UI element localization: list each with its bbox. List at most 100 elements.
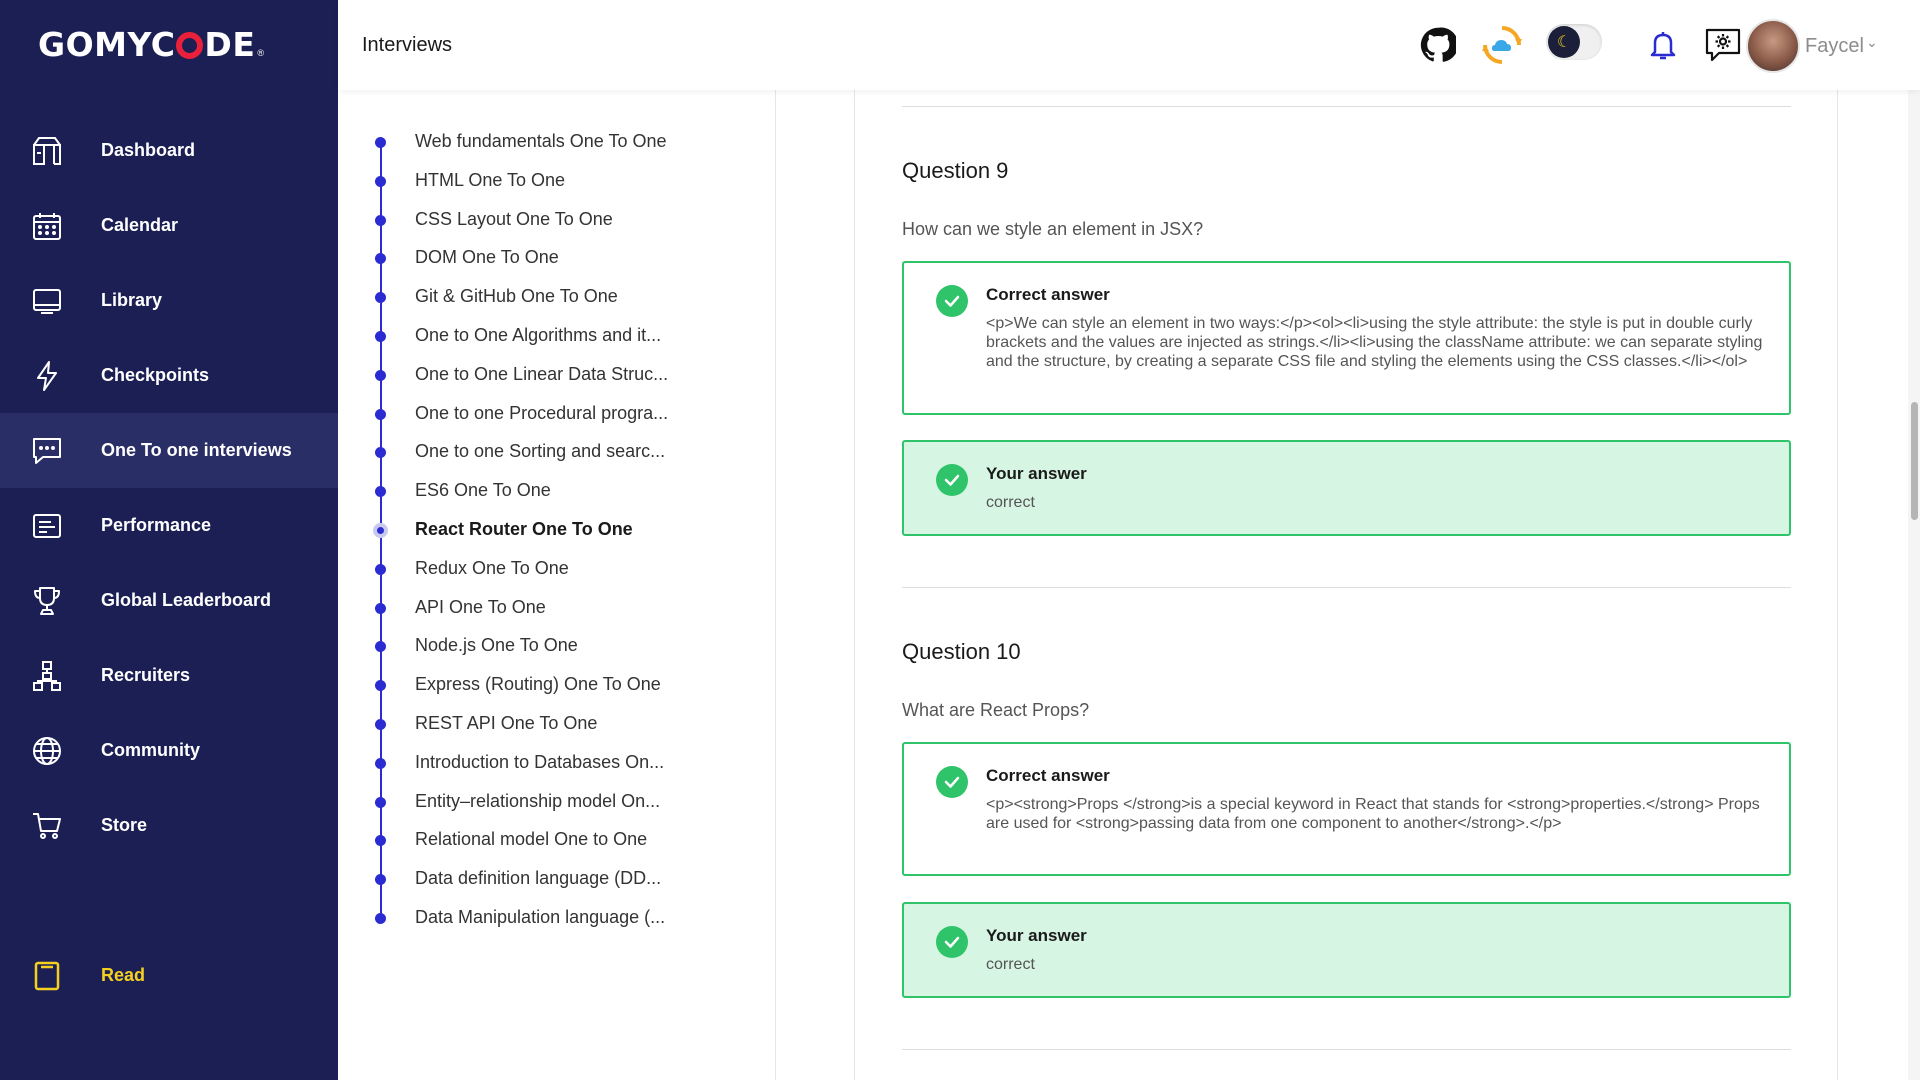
read-toggle[interactable]: Read: [0, 938, 338, 1013]
sidebar-item-label: Store: [101, 815, 148, 835]
timeline-dot: [375, 175, 386, 187]
cart-icon: [31, 810, 63, 842]
timeline-item[interactable]: One to one Sorting and searc...: [338, 437, 768, 467]
settings-chat-icon[interactable]: [1702, 24, 1744, 66]
timeline-dot: [375, 253, 386, 265]
timeline-item[interactable]: ES6 One To One: [338, 476, 768, 506]
timeline-item-label: Web fundamentals One To One: [415, 131, 667, 151]
gomycode-logo[interactable]: GOMYC DE ®: [38, 24, 264, 64]
timeline-item[interactable]: Git & GitHub One To One: [338, 282, 768, 312]
sidebar-item-label: Recruiters: [101, 665, 191, 685]
timeline-item[interactable]: Data Manipulation language (...: [338, 903, 768, 933]
timeline-dot: [375, 874, 386, 886]
timeline-dot: [375, 796, 386, 808]
sidebar-item-label: Community: [101, 740, 200, 760]
chevron-down-icon[interactable]: ⌄: [1866, 34, 1878, 51]
question-text: What are React Props?: [902, 700, 1090, 720]
timeline-item[interactable]: One to one Procedural progra...: [338, 399, 768, 429]
sidebar-item-store[interactable]: Store: [0, 788, 338, 863]
sidebar-item-label: Dashboard: [101, 140, 196, 160]
timeline-item[interactable]: Data definition language (DD...: [338, 864, 768, 894]
timeline-item[interactable]: Web fundamentals One To One: [338, 127, 768, 157]
sidebar-item-calendar[interactable]: Calendar: [0, 188, 338, 263]
question-text: How can we style an element in JSX?: [902, 219, 1204, 239]
timeline-item[interactable]: Entity–relationship model On...: [338, 787, 768, 817]
timeline-item[interactable]: REST API One To One: [338, 709, 768, 739]
timeline-item-label: HTML One To One: [415, 169, 566, 190]
correct-answer-label: Correct answer: [986, 766, 1110, 785]
correct-answer-box: Correct answer <p>We can style an elemen…: [902, 261, 1791, 415]
username[interactable]: Faycel: [1805, 35, 1864, 58]
timeline-dot: [375, 408, 386, 420]
interview-timeline: Web fundamentals One To One HTML One To O…: [338, 90, 776, 1080]
your-answer-label: Your answer: [986, 926, 1087, 945]
timeline-item[interactable]: Introduction to Databases On...: [338, 748, 768, 778]
top-header: Interviews ☾ Faycel ⌄: [338, 0, 1920, 90]
sidebar-item-recruiters[interactable]: Recruiters: [0, 638, 338, 713]
timeline-item[interactable]: React Router One To One: [338, 515, 768, 545]
timeline-dot: [375, 913, 386, 924]
timeline-item-label: One to One Linear Data Struc...: [415, 363, 669, 384]
timeline-item-label: One to one Procedural progra...: [415, 402, 669, 423]
lightning-icon: [31, 360, 63, 392]
github-icon[interactable]: [1417, 24, 1459, 66]
timeline-dot: [375, 369, 386, 381]
correct-answer-text: <p><strong>Props </strong>is a special k…: [986, 796, 1760, 832]
timeline-item[interactable]: Relational model One to One: [338, 825, 768, 855]
sidebar-item-checkpoints[interactable]: Checkpoints: [0, 338, 338, 413]
sidebar-item-library[interactable]: Library: [0, 263, 338, 338]
sidebar: GOMYC DE ® Dashboard Calendar Library Chec…: [0, 0, 338, 1080]
bell-icon[interactable]: [1642, 24, 1684, 66]
timeline-dot: [375, 719, 386, 730]
timeline-item[interactable]: CSS Layout One To One: [338, 205, 768, 235]
avatar[interactable]: [1746, 19, 1800, 73]
sidebar-item-performance[interactable]: Performance: [0, 488, 338, 563]
timeline-item-label: Express (Routing) One To One: [415, 674, 661, 695]
timeline-item[interactable]: HTML One To One: [338, 166, 768, 196]
timeline-item[interactable]: One to One Linear Data Struc...: [338, 360, 768, 390]
dark-mode-toggle[interactable]: ☾: [1546, 24, 1602, 60]
timeline-item[interactable]: Express (Routing) One To One: [338, 670, 768, 700]
timeline-item[interactable]: API One To One: [338, 593, 768, 623]
correct-answer-text: <p>We can style an element in two ways:<…: [986, 315, 1763, 370]
your-answer-text: correct: [986, 494, 1035, 511]
page-title: Interviews: [362, 34, 453, 56]
sidebar-item-one-to-one-interviews[interactable]: One To one interviews: [0, 413, 338, 488]
check-icon: [936, 285, 968, 317]
sidebar-item-label: Performance: [101, 515, 212, 535]
sidebar-item-dashboard[interactable]: Dashboard: [0, 113, 338, 188]
check-icon: [936, 766, 968, 798]
timeline-item[interactable]: Node.js One To One: [338, 631, 768, 661]
timeline-item-label: One to One Algorithms and it...: [415, 325, 662, 345]
page-scrollbar[interactable]: [1908, 90, 1920, 1080]
org-chart-icon: [31, 660, 63, 692]
your-answer-text: correct: [986, 956, 1035, 973]
check-icon: [936, 464, 968, 496]
sidebar-item-community[interactable]: Community: [0, 713, 338, 788]
dashboard-icon: [31, 135, 63, 167]
timeline-item[interactable]: DOM One To One: [338, 243, 768, 273]
timeline-dot: [375, 641, 386, 653]
timeline-dot: [375, 835, 386, 847]
timeline-item-label: CSS Layout One To One: [415, 208, 613, 229]
scrollbar-thumb[interactable]: [1911, 402, 1918, 520]
correct-answer-box: Correct answer <p><strong>Props </strong…: [902, 742, 1791, 876]
timeline-item[interactable]: One to One Algorithms and it...: [338, 321, 768, 351]
performance-icon: [31, 510, 63, 542]
cloud-sync-icon[interactable]: [1481, 24, 1523, 66]
sidebar-item-label: Global Leaderboard: [101, 590, 272, 610]
divider: [902, 587, 1791, 588]
timeline-dot: [375, 214, 386, 226]
timeline-item[interactable]: Redux One To One: [338, 554, 768, 584]
sidebar-item-label: Calendar: [101, 215, 179, 235]
sidebar-item-global-leaderboard[interactable]: Global Leaderboard: [0, 563, 338, 638]
timeline-item-label: Data definition language (DD...: [415, 868, 662, 889]
timeline-item-label: Git & GitHub One To One: [415, 286, 618, 307]
question-title: Question 9: [902, 158, 1009, 183]
timeline-dot: [375, 137, 386, 148]
timeline-item-label: Data Manipulation language (...: [415, 907, 666, 927]
timeline-item-label: Relational model One to One: [415, 829, 648, 850]
moon-icon: ☾: [1548, 26, 1580, 58]
your-answer-box: Your answer correct: [902, 902, 1791, 998]
timeline-dot: [373, 523, 388, 538]
